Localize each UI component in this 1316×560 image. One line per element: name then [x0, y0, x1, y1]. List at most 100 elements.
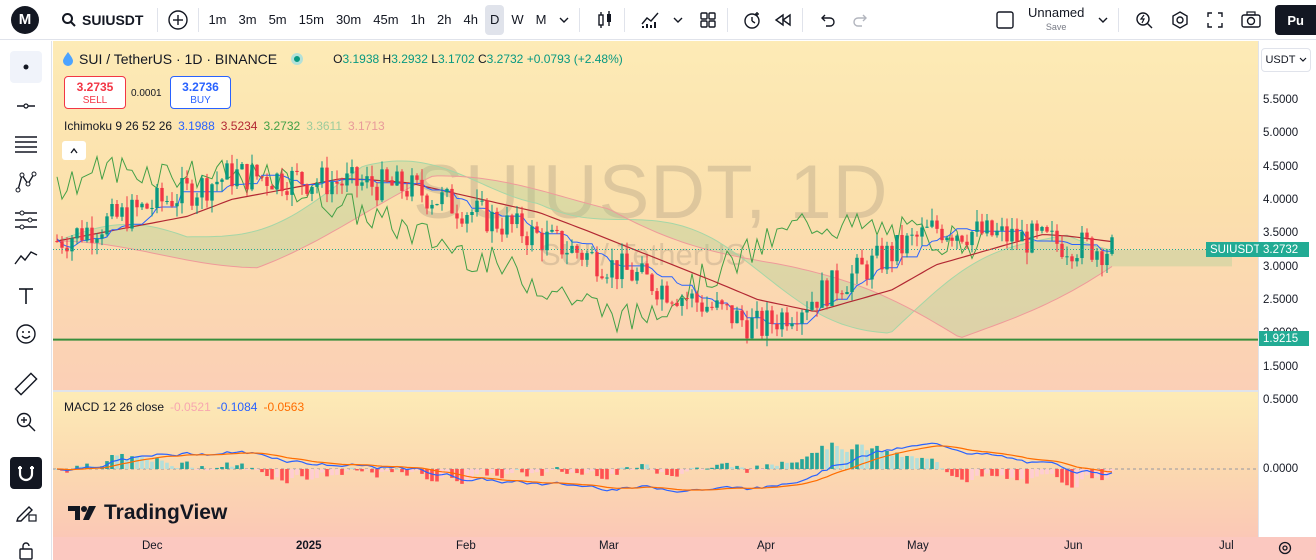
candle-body [215, 181, 219, 185]
candle-body [485, 200, 489, 232]
fib-tool[interactable] [10, 128, 42, 160]
candle-body [825, 280, 829, 306]
candle-body [715, 300, 719, 308]
macd-histogram-bar [155, 458, 159, 469]
symbol-search-button[interactable]: SUIUSDT [61, 12, 143, 28]
timeframe-5m[interactable]: 5m [264, 5, 292, 35]
zoom-tool[interactable] [10, 406, 42, 438]
undo-button[interactable] [813, 5, 841, 35]
measure-tool[interactable] [10, 368, 42, 400]
timeframe-4h[interactable]: 4h [458, 5, 482, 35]
fullscreen-button[interactable] [1201, 5, 1229, 35]
timeframe-d[interactable]: D [484, 4, 505, 35]
macd-histogram-bar [535, 469, 539, 473]
templates-button[interactable] [693, 5, 723, 35]
redo-button[interactable] [847, 5, 875, 35]
candle-body [510, 215, 514, 225]
macd-histogram-bar [990, 469, 994, 476]
macd-histogram-bar [410, 469, 414, 472]
indicators-icon [641, 12, 659, 28]
spread-value: 0.0001 [131, 88, 162, 99]
chart-type-button[interactable] [590, 5, 620, 35]
emoji-tool[interactable] [10, 318, 42, 350]
candle-body [745, 320, 749, 339]
currency-selector[interactable]: USDT [1261, 48, 1311, 72]
indicators-dropdown[interactable] [667, 5, 689, 35]
layout-name[interactable]: Unnamed Save [1028, 6, 1084, 34]
macd-histogram-bar [895, 452, 899, 469]
timeframe-1h[interactable]: 1h [406, 5, 430, 35]
timeframe-group: 1m 3m 5m 15m 30m 45m 1h 2h 4h D W M [203, 4, 575, 35]
timeframe-3m[interactable]: 3m [234, 5, 262, 35]
quick-search-button[interactable] [1129, 5, 1159, 35]
macd-histogram-bar [185, 461, 189, 469]
candle-body [895, 235, 899, 262]
collapse-legend-button[interactable] [62, 141, 86, 160]
buy-button[interactable]: 3.2736 BUY [170, 76, 231, 109]
goto-realtime-button[interactable] [1277, 540, 1293, 560]
timeframe-w[interactable]: W [506, 5, 528, 35]
macd-histogram-bar [595, 469, 599, 477]
ichimoku-legend[interactable]: Ichimoku 9 26 52 26 3.1988 3.5234 3.2732… [64, 119, 385, 133]
magnet-tool[interactable] [10, 457, 42, 489]
forecast-tool[interactable] [10, 204, 42, 236]
candle-body [135, 199, 139, 208]
candle-body [565, 252, 569, 255]
lock-drawings-tool[interactable] [10, 534, 42, 560]
macd-histogram-bar [1065, 469, 1069, 486]
snapshot-button[interactable] [1235, 5, 1267, 35]
alert-button[interactable] [736, 5, 768, 35]
candle-body [80, 228, 84, 241]
macd-histogram-bar [630, 469, 634, 470]
sell-button[interactable]: 3.2735 SELL [64, 76, 126, 109]
chart-area[interactable]: SUIUSDT, 1D SUI / TetherUS USDT 5.5000 5… [53, 41, 1316, 560]
pattern-tool[interactable] [10, 166, 42, 198]
timeframe-m[interactable]: M [531, 5, 552, 35]
macd-histogram-bar [645, 464, 649, 469]
macd-histogram-bar [785, 462, 789, 469]
replay-button[interactable] [768, 5, 798, 35]
publish-button[interactable]: Pu [1275, 5, 1316, 35]
macd-histogram-bar [725, 462, 729, 469]
timeframe-30m[interactable]: 30m [331, 5, 366, 35]
candle-body [1015, 228, 1019, 242]
candle-body [435, 204, 439, 206]
market-open-indicator [291, 53, 304, 65]
compare-button[interactable] [162, 5, 194, 35]
macd-histogram-bar [565, 469, 569, 474]
drawing-mode-tool[interactable] [10, 496, 42, 528]
macd-histogram-bar [380, 469, 384, 472]
timeframe-15m[interactable]: 15m [294, 5, 329, 35]
sell-price: 3.2735 [76, 79, 114, 94]
timeframe-dropdown[interactable] [553, 5, 575, 35]
timeframe-2h[interactable]: 2h [432, 5, 456, 35]
layout-dropdown[interactable] [1092, 5, 1114, 35]
symbol-legend[interactable]: SUI / TetherUS · 1D · BINANCE O3.1938 H3… [61, 51, 623, 67]
settings-button[interactable] [1165, 5, 1195, 35]
macd-histogram-bar [585, 469, 589, 474]
candle-body [1080, 232, 1084, 259]
candle-body [410, 175, 414, 197]
cursor-tool[interactable] [10, 51, 42, 83]
candle-body [440, 192, 444, 205]
timeframe-45m[interactable]: 45m [368, 5, 403, 35]
time-tick: Apr [757, 540, 775, 552]
candle-body [1005, 226, 1009, 242]
macd-histogram-bar [320, 469, 324, 473]
macd-name: MACD 12 26 close [64, 400, 165, 414]
tradingview-logo[interactable]: TradingView [67, 501, 227, 525]
macd-legend[interactable]: MACD 12 26 close -0.0521 -0.1084 -0.0563 [64, 400, 304, 414]
time-axis[interactable] [53, 537, 1316, 560]
macd-histogram-bar [1035, 469, 1039, 477]
user-avatar[interactable]: M [11, 5, 39, 34]
candle-body [590, 252, 594, 254]
brush-tool[interactable] [10, 242, 42, 274]
indicators-button[interactable] [635, 5, 667, 35]
trend-line-tool[interactable] [10, 90, 42, 122]
text-tool[interactable] [10, 280, 42, 312]
macd-histogram-bar [560, 469, 564, 472]
timeframe-1m[interactable]: 1m [203, 5, 231, 35]
layout-toggle-button[interactable] [990, 5, 1020, 35]
candle-body [355, 167, 359, 186]
macd-histogram-bar [1090, 469, 1094, 479]
